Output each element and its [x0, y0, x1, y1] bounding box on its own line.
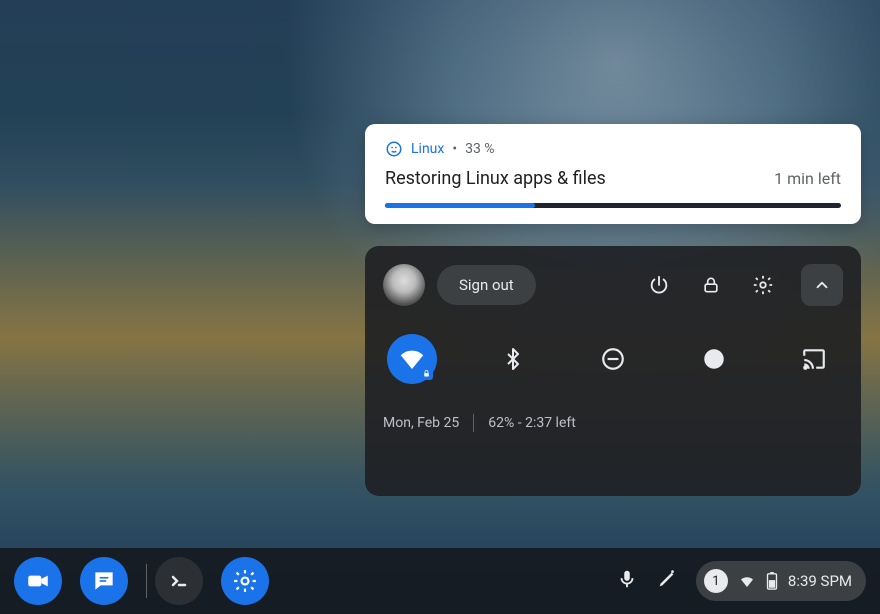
footer-date[interactable]: Mon, Feb 25 — [383, 415, 459, 431]
terminal-icon — [167, 569, 191, 593]
notification-app-name: Linux — [411, 141, 444, 157]
sign-out-button[interactable]: Sign out — [437, 265, 536, 305]
footer-divider — [473, 414, 474, 432]
cast-icon — [801, 346, 827, 372]
status-tray[interactable]: 1 8:39 SPM — [696, 561, 866, 601]
lock-button[interactable] — [691, 265, 731, 305]
cast-toggle[interactable] — [789, 334, 839, 384]
shelf-app-messages[interactable] — [80, 557, 128, 605]
desktop-wallpaper: Linux • 33 % Restoring Linux apps & file… — [0, 0, 880, 614]
status-time: 8:39 SPM — [788, 572, 852, 590]
notification-separator: • — [452, 141, 457, 157]
notification-title: Restoring Linux apps & files — [385, 168, 606, 189]
notification-progress-fill — [385, 203, 535, 208]
bluetooth-toggle[interactable] — [488, 334, 538, 384]
messages-icon — [91, 568, 117, 594]
stylus-icon — [656, 568, 678, 590]
gear-icon — [232, 568, 258, 594]
battery-status-icon — [766, 572, 778, 590]
notification-count-badge: 1 — [704, 569, 728, 593]
night-light-icon — [701, 346, 727, 372]
gear-icon — [752, 274, 774, 296]
night-light-toggle[interactable] — [689, 334, 739, 384]
shelf-app-duo[interactable] — [14, 557, 62, 605]
video-camera-icon — [25, 568, 51, 594]
notification-header: Linux • 33 % — [385, 140, 841, 158]
do-not-disturb-toggle[interactable] — [588, 334, 638, 384]
lock-icon — [701, 275, 721, 295]
shelf-app-terminal[interactable] — [155, 557, 203, 605]
notification-eta: 1 min left — [774, 169, 841, 188]
mic-icon — [616, 568, 638, 590]
quick-settings-panel: Sign out — [365, 246, 861, 496]
notification-progress-percent: 33 % — [465, 141, 494, 157]
power-button[interactable] — [639, 265, 679, 305]
do-not-disturb-icon — [600, 346, 626, 372]
chevron-up-icon — [813, 276, 831, 294]
settings-button[interactable] — [743, 265, 783, 305]
collapse-button[interactable] — [801, 264, 843, 306]
shelf-separator — [146, 564, 147, 598]
wifi-secure-badge — [419, 366, 433, 380]
notification-card[interactable]: Linux • 33 % Restoring Linux apps & file… — [365, 124, 861, 224]
voice-search-button[interactable] — [616, 568, 638, 594]
wifi-toggle[interactable] — [387, 334, 437, 384]
bluetooth-icon — [501, 347, 525, 371]
shelf: 1 8:39 SPM — [0, 548, 880, 614]
linux-penguin-icon — [385, 140, 403, 158]
shelf-app-settings[interactable] — [221, 557, 269, 605]
notification-progress-bar — [385, 203, 841, 208]
stylus-tools-button[interactable] — [656, 568, 678, 594]
footer-battery-status[interactable]: 62% - 2:37 left — [488, 415, 576, 431]
power-icon — [648, 274, 670, 296]
user-avatar[interactable] — [383, 264, 425, 306]
wifi-status-icon — [738, 572, 756, 590]
sign-out-label: Sign out — [459, 276, 514, 294]
